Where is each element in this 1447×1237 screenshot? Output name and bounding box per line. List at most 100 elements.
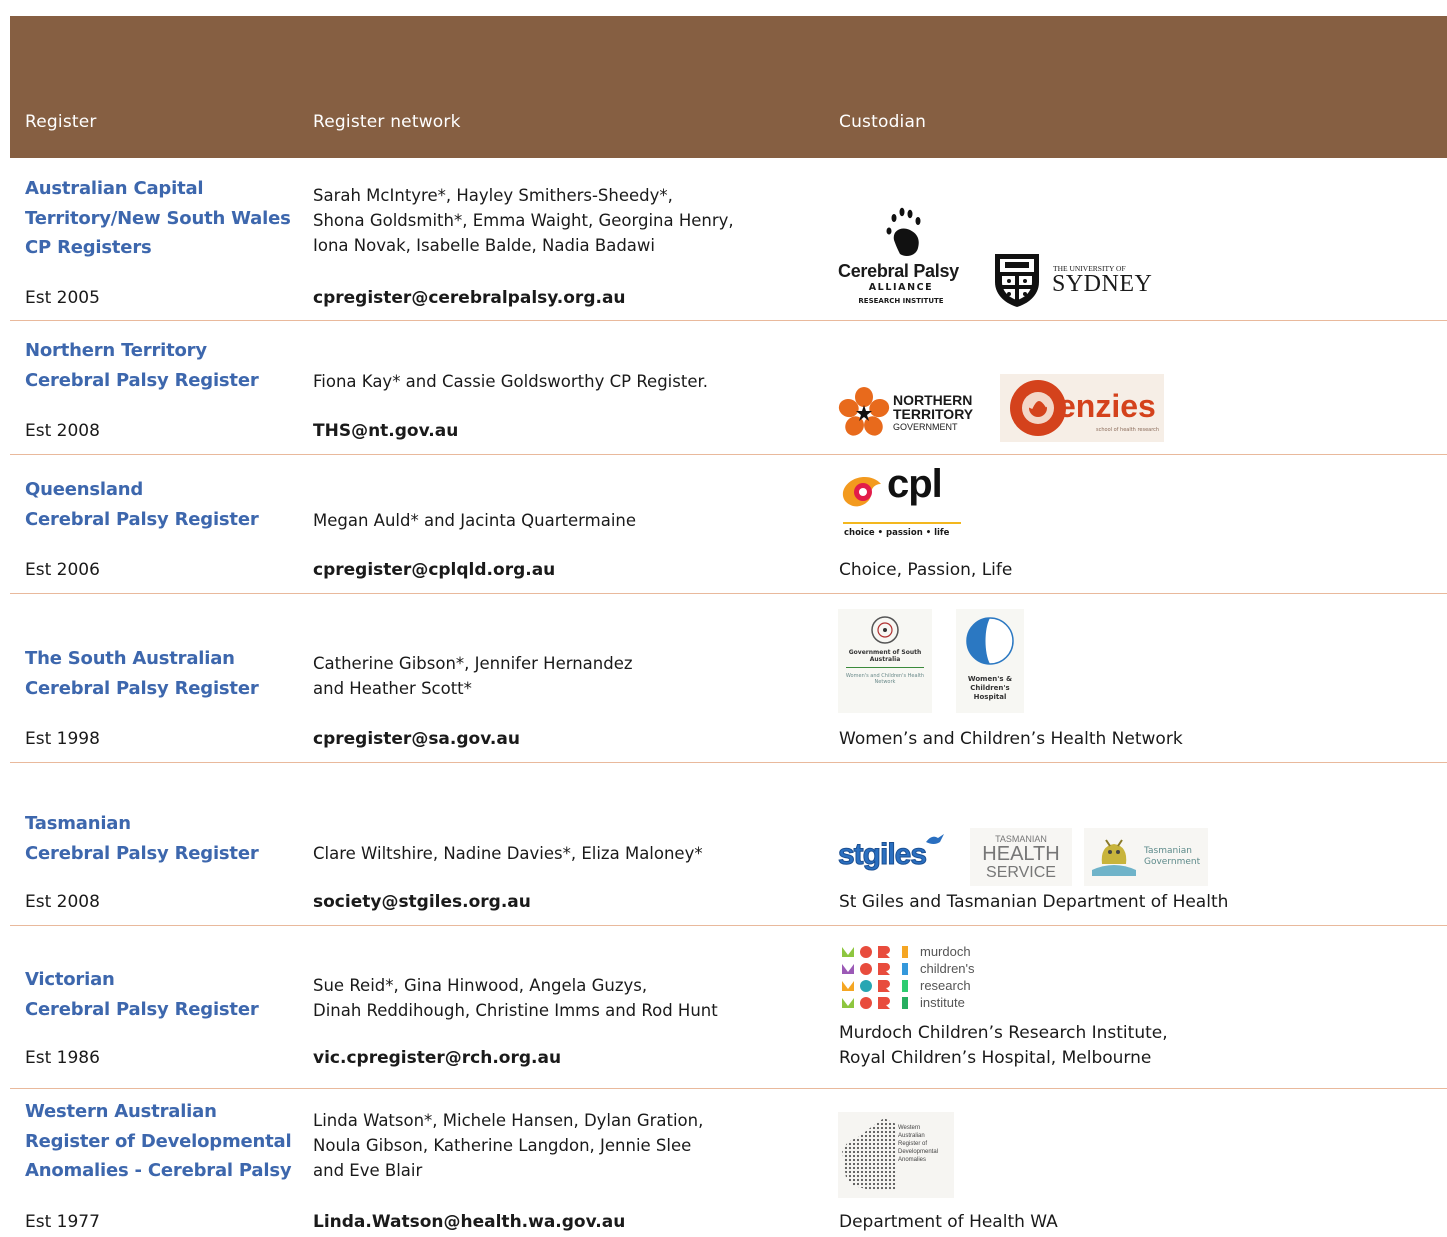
government-of-south-australia-logo: Government of South Australia Women's an… xyxy=(838,609,932,713)
custodian: St Giles and Tasmanian Department of Hea… xyxy=(839,890,1228,915)
contact-email[interactable]: society@stgiles.org.au xyxy=(313,892,531,912)
register-name-line: Cerebral Palsy Register xyxy=(25,998,259,1020)
register-name: Tasmanian Cerebral Palsy Register xyxy=(25,809,259,868)
northern-territory-government-logo: NORTHERN TERRITORY GOVERNMENT xyxy=(837,386,987,440)
sa-net-text: Women's and Children's Health Network xyxy=(845,673,925,685)
contact-email[interactable]: cpregister@sa.gov.au xyxy=(313,729,520,749)
contact-email[interactable]: Linda.Watson@health.wa.gov.au xyxy=(313,1212,625,1232)
column-header-network: Register network xyxy=(313,112,461,132)
column-header-custodian: Custodian xyxy=(839,112,927,132)
table-row: Western Australian Register of Developme… xyxy=(10,1088,1447,1237)
network-line: Sarah McIntyre*, Hayley Smithers-Sheedy*… xyxy=(313,186,673,205)
mcri-letters-icon xyxy=(842,946,908,1009)
register-name-line: Victorian xyxy=(25,969,115,990)
tasmanian-government-logo: Tasmanian Government xyxy=(1084,828,1208,886)
table-row: Victorian Cerebral Palsy Register Est 19… xyxy=(10,925,1447,1089)
register-name-line: Tasmanian xyxy=(25,813,131,834)
network-line: Fiona Kay* and Cassie Goldsworthy CP Reg… xyxy=(313,372,709,391)
cpl-divider xyxy=(843,522,961,524)
register-name: Queensland Cerebral Palsy Register xyxy=(25,475,259,534)
established-year: Est 2005 xyxy=(25,288,100,308)
wa-line: Australian xyxy=(898,1133,925,1139)
contact-email[interactable]: vic.cpregister@rch.org.au xyxy=(313,1048,561,1068)
register-name: Northern Territory Cerebral Palsy Regist… xyxy=(25,336,259,395)
cpa-sub: ALLIANCE xyxy=(868,282,934,293)
custodian-line: Women’s and Children’s Health Network xyxy=(839,729,1183,749)
stgiles-wordmark: stgiles xyxy=(837,838,927,872)
nt-line2: TERRITORY xyxy=(893,406,974,422)
register-name: Victorian Cerebral Palsy Register xyxy=(25,965,259,1024)
wa-register-logo: Western Australian Register of Developme… xyxy=(838,1112,954,1198)
register-network: Clare Wiltshire, Nadine Davies*, Eliza M… xyxy=(313,841,703,866)
contact-email[interactable]: cpregister@cerebralpalsy.org.au xyxy=(313,288,626,308)
register-name-line: Queensland xyxy=(25,479,144,500)
register-name-line: Cerebral Palsy Register xyxy=(25,842,259,864)
custodian: Murdoch Children’s Research Institute, R… xyxy=(839,1021,1168,1071)
cpl-wordmark: cpl xyxy=(887,462,943,506)
network-line: Dinah Reddihough, Christine Imms and Rod… xyxy=(313,1001,718,1020)
sa-crest-icon xyxy=(871,616,899,644)
established-year: Est 1977 xyxy=(25,1212,100,1232)
tasgov-line2: Government xyxy=(1144,857,1201,867)
network-line: and Heather Scott* xyxy=(313,679,472,698)
wa-line: Register of xyxy=(898,1141,928,1147)
ths-line2: HEALTH xyxy=(982,843,1060,865)
wa-text: Western Australian Register of Developme… xyxy=(898,1124,938,1164)
mcri-logo: murdoch children's research institute xyxy=(840,943,1010,1011)
register-network: Sarah McIntyre*, Hayley Smithers-Sheedy*… xyxy=(313,183,734,258)
ths-line3: SERVICE xyxy=(986,864,1056,881)
wch-icon xyxy=(966,617,1014,665)
contact-email[interactable]: THS@nt.gov.au xyxy=(313,421,458,441)
register-network: Megan Auld* and Jacinta Quartermaine xyxy=(313,508,636,533)
network-line: Linda Watson*, Michele Hansen, Dylan Gra… xyxy=(313,1111,704,1130)
established-year: Est 1986 xyxy=(25,1048,100,1068)
register-name-line: Cerebral Palsy Register xyxy=(25,677,259,699)
menzies-logo: enzies school of health research xyxy=(1000,374,1164,442)
register-network: Fiona Kay* and Cassie Goldsworthy CP Reg… xyxy=(313,369,708,394)
custodian-line: St Giles and Tasmanian Department of Hea… xyxy=(839,892,1229,912)
wa-line: Western xyxy=(898,1125,921,1131)
custodian: Choice, Passion, Life xyxy=(839,558,1012,583)
register-name-line: Territory/New South Wales xyxy=(25,207,291,229)
menzies-sub: school of health research xyxy=(1096,427,1160,433)
wa-map-icon xyxy=(842,1118,896,1190)
usyd-big: SYDNEY xyxy=(1052,271,1153,297)
register-name: Australian Capital Territory/New South W… xyxy=(25,174,291,263)
cpl-logo: cpl choice • passion • life xyxy=(841,462,965,542)
sa-gov-text: Government of South Australia xyxy=(848,649,922,663)
mcri-line: children's xyxy=(920,961,975,976)
menzies-name: enzies xyxy=(1058,388,1156,424)
network-line: Iona Novak, Isabelle Balde, Nadia Badawi xyxy=(313,236,655,255)
established-year: Est 2008 xyxy=(25,892,100,912)
custodian: Women’s and Children’s Health Network xyxy=(839,727,1183,752)
network-line: Noula Gibson, Katherine Langdon, Jennie … xyxy=(313,1136,692,1155)
bird-icon xyxy=(926,834,944,844)
cpl-eye-icon xyxy=(842,477,881,507)
cpa-name: Cerebral Palsy xyxy=(838,261,959,281)
established-year: Est 1998 xyxy=(25,729,100,749)
register-name-line: Northern Territory xyxy=(25,340,207,361)
nt-line3: GOVERNMENT xyxy=(893,422,958,432)
table-row: Queensland Cerebral Palsy Register Est 2… xyxy=(10,454,1447,594)
register-network: Sue Reid*, Gina Hinwood, Angela Guzys, D… xyxy=(313,973,718,1023)
st-giles-logo: stgiles xyxy=(837,832,952,884)
register-network: Linda Watson*, Michele Hansen, Dylan Gra… xyxy=(313,1108,703,1183)
register-name-line: Anomalies - Cerebral Palsy xyxy=(25,1160,292,1181)
column-header-register: Register xyxy=(25,112,97,132)
handprint-icon xyxy=(886,207,921,256)
sydney-crest-icon xyxy=(995,254,1039,307)
desert-rose-icon xyxy=(838,387,890,436)
mcri-line: research xyxy=(920,978,971,993)
table-row: Australian Capital Territory/New South W… xyxy=(10,158,1447,321)
wch-text: Women's & Children's Hospital xyxy=(967,675,1013,701)
mcri-text: murdoch children's research institute xyxy=(920,943,975,1011)
wa-line: Developmental xyxy=(898,1149,939,1155)
register-name: The South Australian Cerebral Palsy Regi… xyxy=(25,644,259,703)
register-name-line: Australian Capital xyxy=(25,178,204,199)
table-row: Northern Territory Cerebral Palsy Regist… xyxy=(10,320,1447,455)
contact-email[interactable]: cpregister@cplqld.org.au xyxy=(313,560,555,580)
mcri-line: institute xyxy=(920,995,965,1010)
sa-divider xyxy=(846,667,924,668)
established-year: Est 2006 xyxy=(25,560,100,580)
custodian: Department of Health WA xyxy=(839,1210,1058,1235)
